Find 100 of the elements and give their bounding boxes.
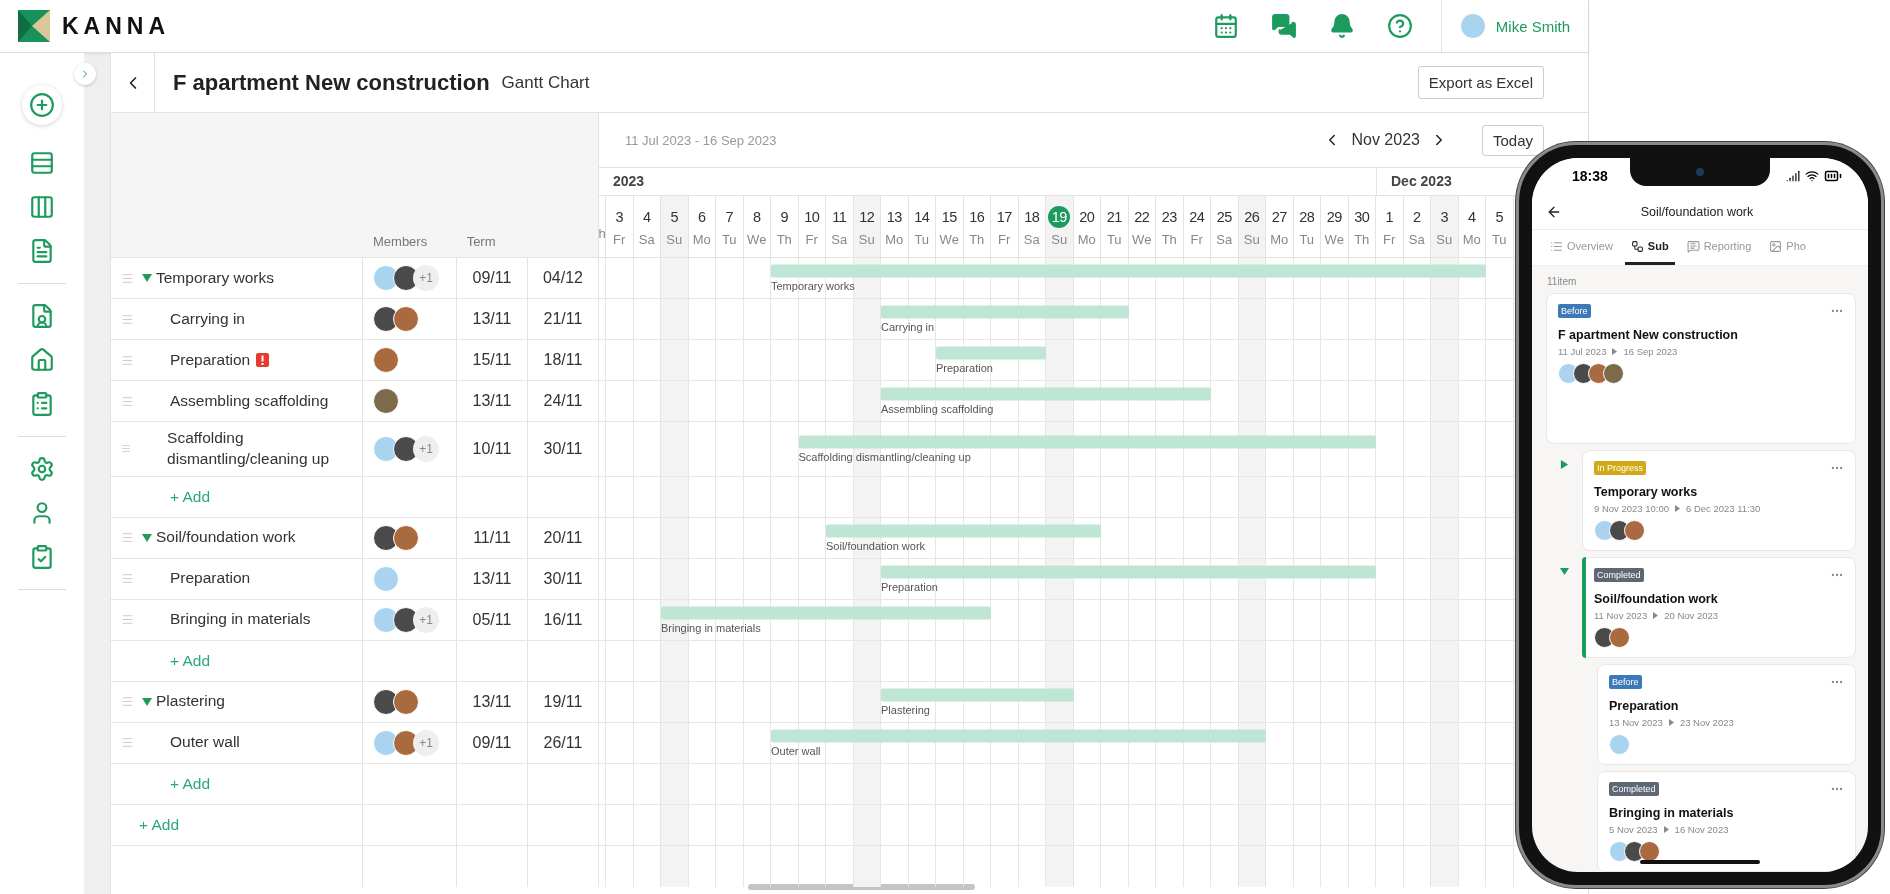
arrow-icon	[1653, 612, 1659, 619]
list-icon[interactable]	[29, 150, 55, 176]
start-date: 11 Jul 2023	[1558, 346, 1607, 357]
drag-handle-icon[interactable]	[121, 312, 134, 326]
expand-sidebar-button[interactable]	[74, 63, 96, 85]
collapse-caret-icon[interactable]	[142, 273, 152, 283]
project-title: F apartment New construction	[173, 69, 490, 96]
status-badge: Before	[1558, 304, 1591, 318]
task-name: Temporary works	[156, 267, 274, 288]
drag-handle-icon[interactable]	[121, 736, 134, 750]
day-number: 23	[1160, 208, 1178, 227]
weekday-label: Sa	[638, 232, 655, 247]
day-number: 27	[1270, 208, 1288, 227]
today-button[interactable]: Today	[1481, 124, 1544, 156]
logo-text: KANNA	[62, 12, 171, 40]
collapse-caret-icon[interactable]	[142, 696, 152, 707]
weekday-label: Th	[969, 232, 985, 247]
drag-handle-icon[interactable]	[121, 394, 134, 408]
user-name[interactable]: Mike Smith	[1495, 17, 1570, 35]
help-icon[interactable]	[1386, 13, 1413, 39]
weekday-label: Fr	[1383, 232, 1396, 247]
document-icon[interactable]	[29, 238, 55, 264]
expand-caret-icon[interactable]	[1559, 460, 1569, 469]
scrollbar[interactable]	[748, 884, 975, 890]
calendar-icon[interactable]	[1212, 13, 1239, 39]
day-number: 25	[1215, 208, 1233, 227]
collapse-caret-icon[interactable]	[1559, 567, 1569, 576]
sub-icon[interactable]	[1630, 239, 1644, 253]
drag-handle-icon[interactable]	[121, 271, 134, 285]
drag-handle-icon[interactable]	[121, 695, 134, 709]
drag-handle-icon[interactable]	[121, 572, 134, 586]
export-button[interactable]: Export as Excel	[1417, 66, 1544, 99]
add-icon[interactable]	[22, 85, 62, 125]
task-card[interactable]: Completed Bringing in materials 5 Nov 2023 16 Nov 2023	[1597, 771, 1856, 872]
drag-handle-icon[interactable]	[121, 613, 134, 627]
day-number: 15	[940, 208, 958, 227]
day-number: 9	[779, 208, 790, 227]
weekday-label: Tu	[721, 232, 737, 247]
bell-icon[interactable]	[1328, 13, 1355, 39]
day-number: 6	[696, 208, 707, 227]
task-card[interactable]: In Progress Temporary works 9 Nov 2023 10:00 6 Dec 2023 11:30	[1582, 450, 1856, 551]
screen-title: Soil/foundation work	[1639, 204, 1755, 219]
chat-icon[interactable]	[1270, 13, 1297, 39]
bar-label: Plastering	[881, 703, 931, 716]
list-icon[interactable]	[1550, 239, 1563, 253]
day-number: 12	[858, 208, 876, 227]
task-name: Preparation	[170, 349, 251, 370]
add-task-link[interactable]: + Add	[139, 815, 180, 834]
weekday-label: Su	[858, 232, 875, 247]
more-members-badge[interactable]: +1	[413, 265, 439, 291]
weekday-label: Mo	[1270, 232, 1289, 247]
bar-label: Outer wall	[771, 744, 822, 757]
task-card[interactable]: Before F apartment New construction 11 Jul 2023 16 Sep 2023	[1546, 293, 1856, 444]
more-members-badge[interactable]: +1	[413, 606, 439, 633]
tab[interactable]: Sub	[1624, 230, 1675, 265]
add-task-link[interactable]: + Add	[170, 651, 211, 670]
weekday-label: Fr	[1190, 232, 1203, 247]
clipboard-icon[interactable]	[29, 391, 55, 417]
tab[interactable]: Pho	[1763, 230, 1812, 265]
report-icon[interactable]	[1686, 239, 1700, 253]
drag-handle-icon[interactable]	[121, 531, 134, 545]
drag-handle-icon[interactable]	[121, 353, 134, 367]
collapse-caret-icon[interactable]	[142, 532, 152, 543]
end-date: 30/11	[543, 439, 583, 458]
columns-icon[interactable]	[29, 194, 55, 220]
end-date: 26/11	[543, 733, 583, 752]
tab[interactable]: Overview	[1544, 230, 1619, 265]
day-number: 2	[1411, 208, 1422, 227]
house-icon[interactable]	[29, 347, 55, 373]
task-name: Soil/foundation work	[156, 527, 296, 548]
start-date: 9 Nov 2023 10:00	[1594, 503, 1669, 514]
tab[interactable]: Reporting	[1680, 230, 1758, 265]
day-number: 28	[1298, 208, 1316, 227]
task-name: Bringing in materials	[170, 609, 311, 630]
more-members-badge[interactable]: +1	[413, 729, 439, 756]
add-task-link[interactable]: + Add	[170, 774, 211, 793]
start-date: 05/11	[472, 610, 512, 629]
day-number: 16	[968, 208, 986, 227]
task-name: Carrying in	[170, 308, 245, 329]
column-header: Term	[465, 234, 497, 251]
end-date: 19/11	[543, 692, 583, 711]
bar-label: Preparation	[881, 580, 939, 593]
user-document-icon[interactable]	[29, 303, 55, 329]
end-date: 18/11	[543, 351, 583, 369]
day-number: 20	[1078, 208, 1096, 227]
more-members-badge[interactable]: +1	[413, 435, 439, 462]
clipboard-check-icon[interactable]	[29, 544, 55, 570]
add-task-link[interactable]: + Add	[170, 487, 211, 506]
day-number: 5	[669, 208, 680, 227]
bar-label: Carrying in	[881, 320, 936, 333]
settings-icon[interactable]	[29, 456, 55, 482]
end-date: 20 Nov 2023	[1664, 610, 1719, 621]
day-number: 18	[1023, 208, 1041, 227]
task-card[interactable]: Completed Soil/foundation work 11 Nov 2023 20 Nov 2023	[1582, 557, 1856, 658]
end-date: 30/11	[543, 569, 583, 588]
photo-icon[interactable]	[1769, 239, 1783, 253]
day-number: 10	[803, 208, 821, 227]
task-card[interactable]: Before Preparation 13 Nov 2023 23 Nov 2023	[1597, 664, 1856, 765]
day-number: 30	[1353, 208, 1371, 227]
status-time: 18:38	[1572, 168, 1608, 184]
